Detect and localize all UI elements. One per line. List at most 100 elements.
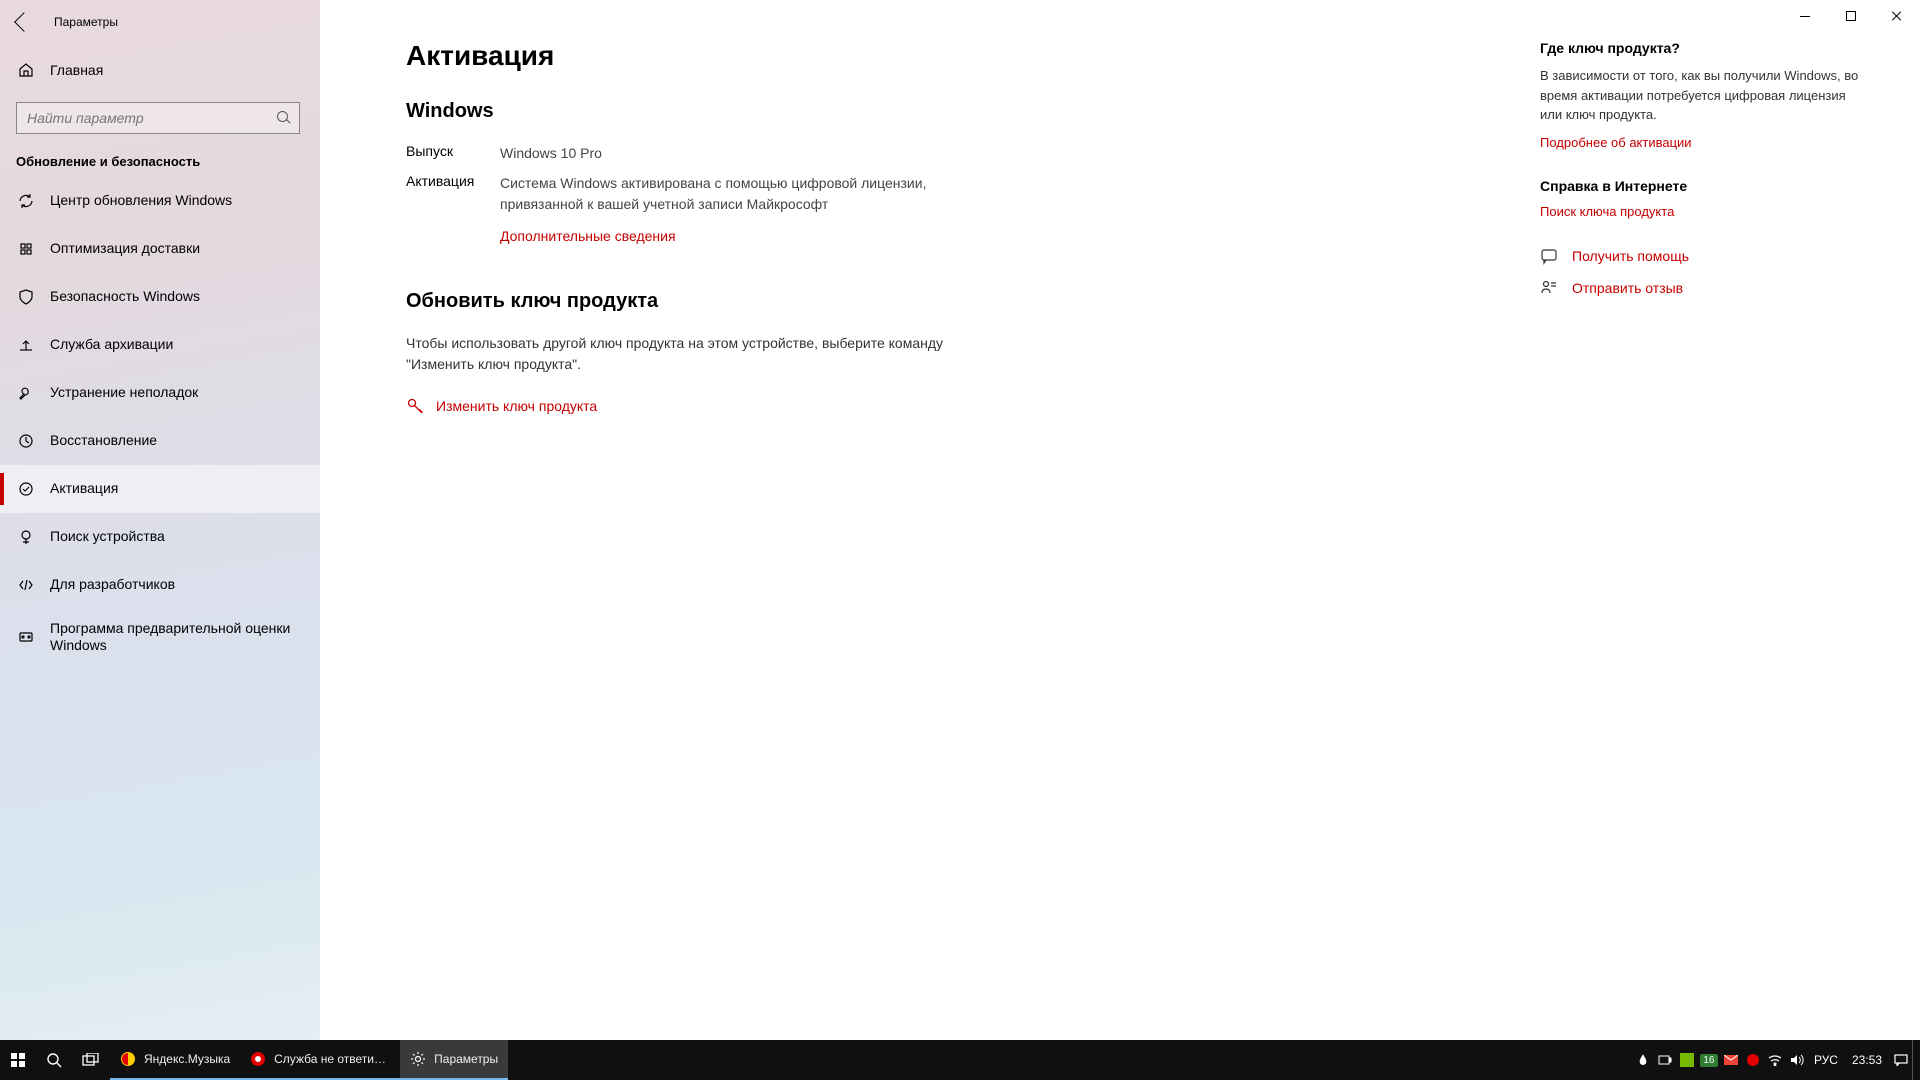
back-button[interactable] [0, 0, 44, 44]
tray-gmail-icon[interactable] [1720, 1040, 1742, 1080]
tray-notifications-icon[interactable] [1890, 1040, 1912, 1080]
sidebar-item-recovery[interactable]: Восстановление [0, 417, 320, 465]
search-box[interactable] [16, 102, 300, 134]
close-button[interactable] [1874, 0, 1920, 32]
sidebar-item-backup[interactable]: Служба архивации [0, 321, 320, 369]
rp-link-activation-details[interactable]: Подробнее об активации [1540, 135, 1860, 150]
sidebar-item-find-my-device[interactable]: Поиск устройства [0, 513, 320, 561]
update-key-heading: Обновить ключ продукта [406, 290, 1120, 313]
search-wrap [0, 90, 320, 134]
sidebar-item-label: Активация [50, 480, 118, 498]
right-pane: Где ключ продукта? В зависимости от того… [1500, 0, 1920, 1080]
location-icon [18, 529, 34, 545]
tray-clock[interactable]: 23:53 [1844, 1053, 1890, 1067]
sidebar-section-label: Обновление и безопасность [0, 134, 320, 177]
main-area: Активация Windows Выпуск Windows 10 Pro … [320, 0, 1920, 1080]
maximize-button[interactable] [1828, 0, 1874, 32]
minimize-button[interactable] [1782, 0, 1828, 32]
gear-icon [410, 1051, 426, 1067]
activation-value: Система Windows активирована с помощью ц… [500, 173, 960, 214]
tray-wifi-icon[interactable] [1764, 1040, 1786, 1080]
home-button[interactable]: Главная [0, 50, 320, 90]
check-icon [18, 481, 34, 497]
sidebar-item-label: Восстановление [50, 432, 157, 450]
taskbar-app-label: Параметры [434, 1052, 498, 1066]
window-title: Параметры [54, 15, 118, 29]
search-icon [277, 111, 291, 125]
sidebar-item-label: Центр обновления Windows [50, 192, 232, 210]
home-label: Главная [50, 62, 103, 78]
taskbar-app-browser[interactable]: Служба не ответила ... [240, 1040, 400, 1080]
feedback-button[interactable]: Отправить отзыв [1540, 279, 1860, 297]
key-icon [406, 397, 424, 415]
yandex-browser-icon [250, 1051, 266, 1067]
main-content: Активация Windows Выпуск Windows 10 Pro … [320, 0, 1500, 1080]
windows-heading: Windows [406, 100, 1120, 123]
sidebar-item-insider-program[interactable]: Программа предварительной оценки Windows [0, 609, 320, 665]
taskbar: Яндекс.Музыка Служба не ответила ... Пар… [0, 1040, 1920, 1080]
settings-window: Параметры Главная Обновление и безопасно… [0, 0, 1920, 1080]
taskbar-app-yandex-music[interactable]: Яндекс.Музыка [110, 1040, 240, 1080]
get-help-label: Получить помощь [1572, 248, 1689, 264]
sidebar-item-troubleshoot[interactable]: Устранение неполадок [0, 369, 320, 417]
sidebar-item-windows-security[interactable]: Безопасность Windows [0, 273, 320, 321]
yandex-music-icon [120, 1051, 136, 1067]
tray-volume-icon[interactable] [1786, 1040, 1808, 1080]
taskbar-app-settings[interactable]: Параметры [400, 1040, 508, 1080]
shield-icon [18, 289, 34, 305]
sidebar-item-label: Программа предварительной оценки Windows [50, 620, 300, 655]
tray-nvidia-icon[interactable] [1676, 1040, 1698, 1080]
search-input[interactable] [25, 109, 277, 127]
sidebar-item-label: Устранение неполадок [50, 384, 198, 402]
edition-row: Выпуск Windows 10 Pro [406, 143, 1120, 163]
activation-row: Активация Система Windows активирована с… [406, 173, 1120, 214]
sidebar-item-label: Оптимизация доставки [50, 240, 200, 258]
more-info-link[interactable]: Дополнительные сведения [500, 228, 676, 244]
task-view-button[interactable] [72, 1040, 110, 1080]
feedback-icon [1540, 279, 1558, 297]
wrench-icon [18, 385, 34, 401]
rp-heading-online-help: Справка в Интернете [1540, 178, 1860, 194]
change-key-label: Изменить ключ продукта [436, 398, 597, 414]
get-help-button[interactable]: Получить помощь [1540, 247, 1860, 265]
tray-badge-icon[interactable]: 16 [1698, 1040, 1720, 1080]
taskbar-app-label: Служба не ответила ... [274, 1052, 390, 1066]
home-icon [18, 62, 34, 78]
update-key-text: Чтобы использовать другой ключ продукта … [406, 333, 966, 375]
tray-language[interactable]: РУС [1808, 1053, 1844, 1067]
backup-icon [18, 337, 34, 353]
developer-icon [18, 577, 34, 593]
sidebar-item-label: Для разработчиков [50, 576, 175, 594]
sidebar-item-activation[interactable]: Активация [0, 465, 320, 513]
help-icon [1540, 247, 1558, 265]
rp-link-find-key[interactable]: Поиск ключа продукта [1540, 204, 1860, 219]
sidebar: Параметры Главная Обновление и безопасно… [0, 0, 320, 1080]
feedback-label: Отправить отзыв [1572, 280, 1683, 296]
close-icon [1891, 10, 1903, 22]
tray-battery-icon[interactable] [1654, 1040, 1676, 1080]
system-tray: 16 РУС 23:53 [1632, 1040, 1920, 1080]
start-button[interactable] [0, 1040, 36, 1080]
sidebar-item-windows-update[interactable]: Центр обновления Windows [0, 177, 320, 225]
window-controls [1782, 0, 1920, 32]
sidebar-item-developers[interactable]: Для разработчиков [0, 561, 320, 609]
taskbar-search-button[interactable] [36, 1040, 72, 1080]
sidebar-item-delivery-optimization[interactable]: Оптимизация доставки [0, 225, 320, 273]
recovery-icon [18, 433, 34, 449]
show-desktop-button[interactable] [1912, 1040, 1918, 1080]
change-key-button[interactable]: Изменить ключ продукта [406, 397, 1120, 415]
tray-icon-1[interactable] [1632, 1040, 1654, 1080]
maximize-icon [1846, 11, 1856, 21]
insider-icon [18, 629, 34, 645]
activation-label: Активация [406, 173, 500, 214]
sync-icon [18, 193, 34, 209]
page-title: Активация [320, 40, 1500, 72]
taskbar-app-label: Яндекс.Музыка [144, 1052, 230, 1066]
titlebar: Параметры [0, 0, 320, 44]
delivery-icon [18, 241, 34, 257]
edition-label: Выпуск [406, 143, 500, 163]
sidebar-item-label: Поиск устройства [50, 528, 165, 546]
tray-yandex-icon[interactable] [1742, 1040, 1764, 1080]
sidebar-item-label: Безопасность Windows [50, 288, 200, 306]
minimize-icon [1800, 16, 1810, 17]
